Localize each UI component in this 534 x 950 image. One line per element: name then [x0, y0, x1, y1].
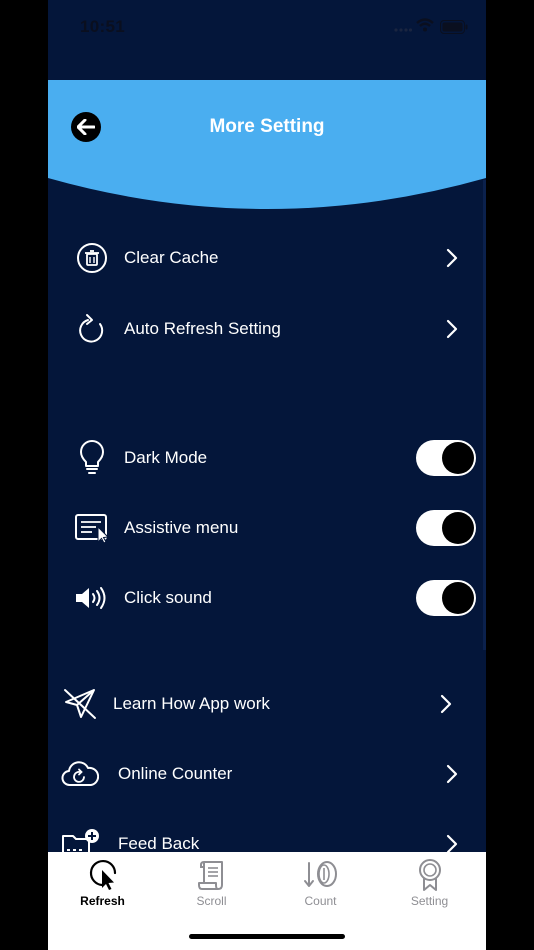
- toggle-knob: [442, 512, 474, 544]
- wifi-icon: [416, 18, 434, 32]
- assistive-menu-icon: [74, 512, 110, 544]
- assistive-menu-label: Assistive menu: [124, 518, 239, 537]
- page-title: More Setting: [209, 116, 325, 137]
- click-sound-row: Click sound: [48, 570, 486, 626]
- chevron-right-icon: [446, 764, 458, 784]
- tab-bar: Refresh Scroll Count Setting: [48, 852, 486, 950]
- tab-refresh[interactable]: Refresh: [48, 858, 157, 914]
- status-bar: 10:51: [48, 0, 486, 56]
- battery-icon: [440, 20, 468, 34]
- dark-mode-toggle[interactable]: [416, 440, 476, 476]
- refresh-icon: [76, 312, 108, 346]
- online-counter-label: Online Counter: [118, 764, 233, 783]
- count-icon: [266, 858, 375, 892]
- app-screen: 10:51 More Setting Clear Cache Auto Refr…: [48, 0, 486, 950]
- cursor-click-icon: [48, 858, 157, 892]
- scroll-icon: [157, 858, 266, 892]
- lightbulb-icon: [78, 440, 106, 476]
- tab-count-label: Count: [304, 894, 337, 908]
- home-indicator[interactable]: [189, 934, 345, 939]
- status-time: 10:51: [80, 17, 125, 36]
- toggle-knob: [442, 442, 474, 474]
- tab-refresh-label: Refresh: [80, 894, 125, 908]
- clear-cache-label: Clear Cache: [124, 248, 219, 267]
- auto-refresh-row[interactable]: Auto Refresh Setting: [48, 301, 486, 357]
- click-sound-toggle[interactable]: [416, 580, 476, 616]
- signal-icon: [394, 28, 412, 32]
- trash-icon: [76, 242, 108, 274]
- auto-refresh-label: Auto Refresh Setting: [124, 319, 281, 338]
- online-counter-row[interactable]: Online Counter: [48, 746, 486, 802]
- chevron-right-icon: [446, 834, 458, 854]
- dark-mode-label: Dark Mode: [124, 448, 208, 467]
- tab-count[interactable]: Count: [266, 858, 375, 914]
- click-sound-label: Click sound: [124, 588, 212, 607]
- header: More Setting: [48, 80, 486, 212]
- assistive-menu-row: Assistive menu: [48, 500, 486, 556]
- chevron-right-icon: [446, 248, 458, 268]
- tab-setting-label: Setting: [410, 894, 449, 908]
- paper-plane-icon: [63, 688, 97, 720]
- learn-app-label: Learn How App work: [113, 694, 270, 713]
- cloud-refresh-icon: [61, 760, 99, 788]
- tab-setting[interactable]: Setting: [375, 858, 484, 914]
- chevron-right-icon: [440, 694, 452, 714]
- learn-app-row[interactable]: Learn How App work: [48, 676, 486, 732]
- speaker-icon: [74, 584, 110, 612]
- chevron-right-icon: [446, 319, 458, 339]
- clear-cache-row[interactable]: Clear Cache: [48, 230, 486, 286]
- award-icon: [375, 858, 484, 892]
- scrollbar[interactable]: [483, 180, 486, 650]
- toggle-knob: [442, 582, 474, 614]
- assistive-menu-toggle[interactable]: [416, 510, 476, 546]
- dark-mode-row: Dark Mode: [48, 430, 486, 486]
- tab-scroll[interactable]: Scroll: [157, 858, 266, 914]
- feedback-label: Feed Back: [118, 834, 200, 853]
- tab-scroll-label: Scroll: [196, 894, 227, 908]
